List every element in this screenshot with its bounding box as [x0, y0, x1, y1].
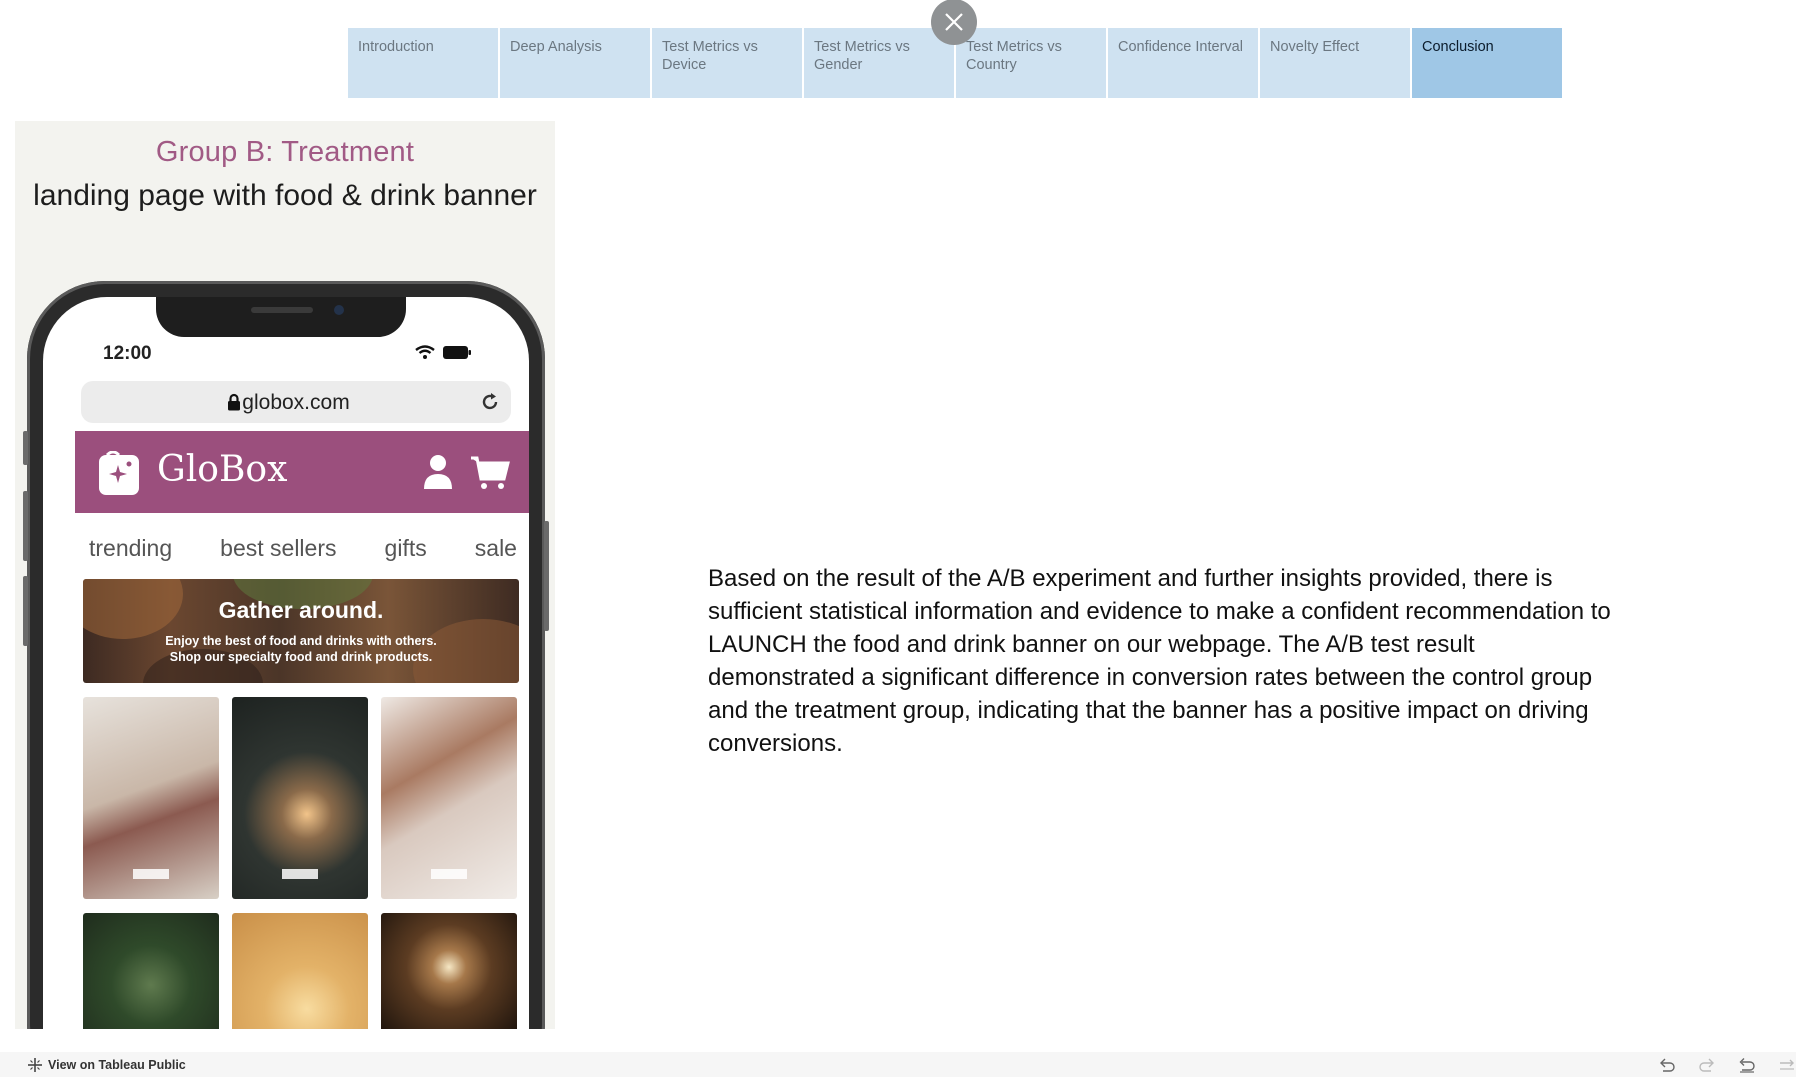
- tableau-logo-icon: [28, 1058, 42, 1072]
- user-icon: [424, 455, 452, 489]
- url-text: globox.com: [242, 391, 350, 414]
- conclusion-text: Based on the result of the A/B experimen…: [708, 565, 1611, 757]
- status-time: 12:00: [103, 343, 152, 364]
- shop-nav-sale: sale: [474, 535, 517, 561]
- wifi-icon: [415, 345, 435, 359]
- shop-nav-trending: trending: [89, 535, 173, 561]
- status-icons: [415, 345, 471, 359]
- story-tab-conclusion[interactable]: Conclusion: [1412, 28, 1562, 98]
- view-on-tableau-public-label: View on Tableau Public: [48, 1058, 186, 1072]
- story-tab-novelty-effect[interactable]: Novelty Effect: [1260, 28, 1410, 98]
- globox-logo-icon: [99, 451, 139, 495]
- toolbar-actions: [1658, 1057, 1796, 1073]
- globox-brand-name: GloBox: [157, 449, 288, 490]
- shop-nav-best-sellers: best sellers: [220, 535, 337, 561]
- product-tile: [381, 913, 517, 1029]
- revert-button[interactable]: [1738, 1057, 1756, 1073]
- product-tile: [83, 697, 219, 899]
- revert-icon: [1739, 1058, 1755, 1073]
- shop-nav-gifts: gifts: [384, 535, 427, 561]
- banner-subtitle: Enjoy the best of food and drinks with o…: [165, 634, 437, 664]
- browser-url-bar: globox.com: [81, 381, 511, 423]
- undo-icon: [1660, 1058, 1675, 1072]
- redo-icon: [1699, 1058, 1714, 1072]
- tableau-story-view: Introduction Deep Analysis Test Metrics …: [0, 0, 1796, 1077]
- group-subtitle: landing page with food & drink banner: [33, 179, 537, 212]
- product-tile: [381, 697, 517, 899]
- pause-icon: [1780, 1059, 1794, 1070]
- treatment-landing-page-image: Group B: Treatment landing page with foo…: [15, 121, 555, 1029]
- group-title: Group B: Treatment: [155, 136, 415, 168]
- story-tab-test-metrics-vs-country[interactable]: Test Metrics vs Country: [956, 28, 1106, 98]
- phone-mockup: 12:00 globox.com GloBox trending best se…: [23, 281, 549, 1029]
- cart-icon: [471, 456, 510, 489]
- product-tile: [232, 697, 368, 899]
- undo-button[interactable]: [1658, 1057, 1676, 1073]
- shop-category-nav: trending best sellers gifts sale: [75, 535, 529, 562]
- reload-icon: [482, 393, 498, 410]
- story-tab-deep-analysis[interactable]: Deep Analysis: [500, 28, 650, 98]
- phone-notch: [156, 297, 406, 337]
- close-icon: [945, 13, 963, 31]
- close-button[interactable]: [931, 0, 977, 45]
- banner-title: Gather around.: [218, 597, 384, 623]
- story-tab-test-metrics-vs-gender[interactable]: Test Metrics vs Gender: [804, 28, 954, 98]
- food-drink-banner: Gather around. Enjoy the best of food an…: [83, 579, 519, 683]
- tableau-toolbar: View on Tableau Public: [0, 1052, 1796, 1077]
- story-tab-introduction[interactable]: Introduction: [348, 28, 498, 98]
- globox-header: GloBox: [75, 431, 529, 513]
- battery-icon: [443, 345, 471, 359]
- redo-button[interactable]: [1698, 1057, 1716, 1073]
- story-tab-confidence-interval[interactable]: Confidence Interval: [1108, 28, 1258, 98]
- story-tab-test-metrics-vs-device[interactable]: Test Metrics vs Device: [652, 28, 802, 98]
- product-tile: [83, 913, 219, 1029]
- phone-screen: 12:00 globox.com GloBox trending best se…: [43, 297, 529, 1029]
- view-on-tableau-public-link[interactable]: View on Tableau Public: [28, 1058, 186, 1072]
- product-tile: [232, 913, 368, 1029]
- pause-button[interactable]: [1778, 1057, 1796, 1073]
